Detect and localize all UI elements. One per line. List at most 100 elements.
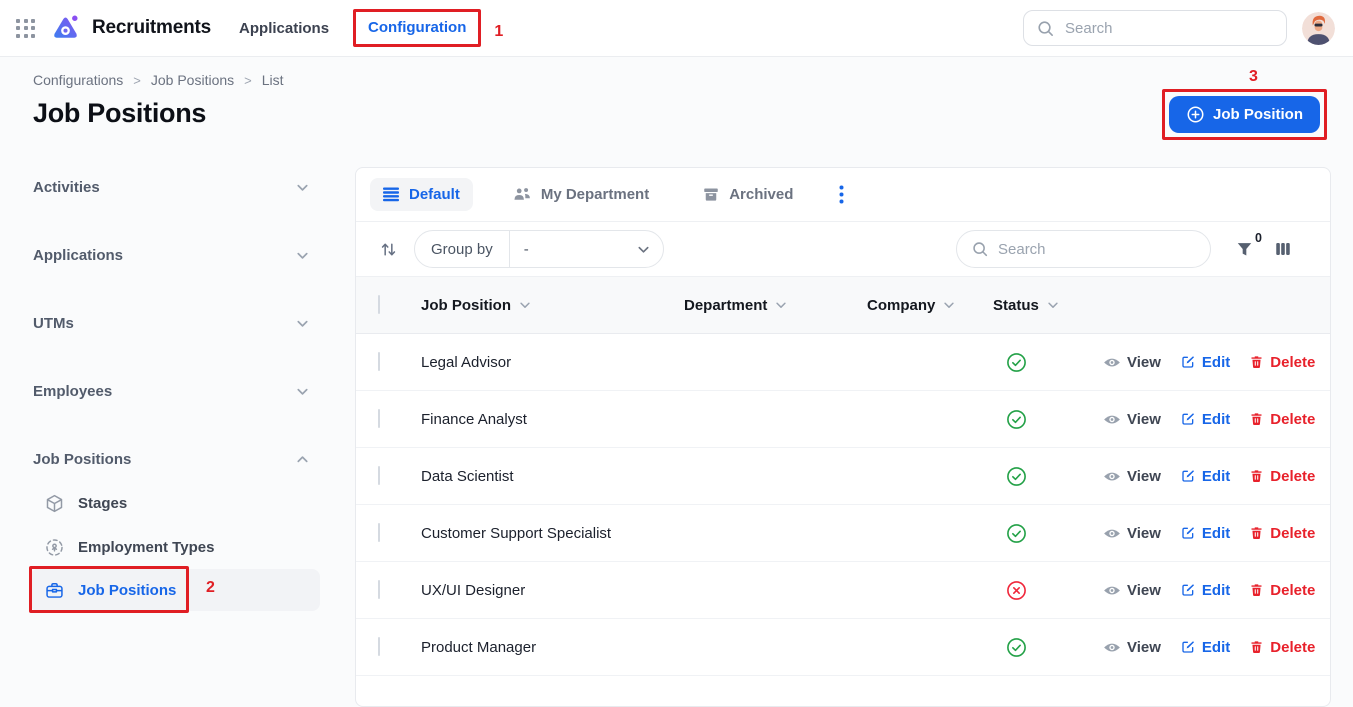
edit-button[interactable]: Edit [1180,582,1230,599]
delete-button[interactable]: Delete [1249,411,1315,428]
table-search[interactable] [956,230,1211,268]
edit-label: Edit [1202,411,1230,428]
sidebar-item-label: Job Positions [78,582,176,599]
delete-button[interactable]: Delete [1249,525,1315,542]
nav-configuration[interactable]: Configuration [368,19,466,36]
trash-icon [1249,411,1264,427]
eye-icon [1103,583,1121,598]
delete-button[interactable]: Delete [1249,468,1315,485]
trash-icon [1249,582,1264,598]
delete-label: Delete [1270,411,1315,428]
sidebar-group-utms[interactable]: UTMs [30,309,320,337]
delete-label: Delete [1270,582,1315,599]
sidebar-group-label: Applications [33,247,123,264]
sidebar-item-employment-types[interactable]: Employment Types [30,525,320,569]
sidebar-group-employees[interactable]: Employees [30,377,320,405]
view-label: View [1127,525,1161,542]
column-header-department[interactable]: Department [684,297,867,314]
chevron-down-icon [942,298,956,312]
search-icon [1036,19,1055,38]
status-icon [1006,523,1027,544]
row-checkbox[interactable] [378,637,380,656]
chevron-down-icon [295,316,310,331]
search-icon [971,240,989,258]
view-button[interactable]: View [1103,468,1161,485]
app-title: Recruitments [92,17,211,39]
column-header-status[interactable]: Status [993,297,1103,314]
columns-icon[interactable] [1274,240,1292,258]
chevron-down-icon [636,242,651,257]
edit-button[interactable]: Edit [1180,468,1230,485]
tabs-more-menu[interactable] [833,181,850,208]
table-row: Data Scientist [356,448,1330,505]
job-position-cell: Data Scientist [421,468,684,485]
edit-label: Edit [1202,354,1230,371]
edit-button[interactable]: Edit [1180,411,1230,428]
breadcrumb-separator: > [244,73,252,88]
status-icon [1006,466,1027,487]
group-by-control: Group by - [414,230,664,268]
nav-applications[interactable]: Applications [239,20,329,37]
row-checkbox[interactable] [378,523,380,542]
row-checkbox[interactable] [378,466,380,485]
row-checkbox[interactable] [378,580,380,599]
add-job-position-area: 3 Job Position [1162,68,1327,140]
user-avatar[interactable] [1302,12,1335,45]
select-all-checkbox[interactable] [378,295,380,314]
row-checkbox[interactable] [378,409,380,428]
filter-button[interactable]: 0 [1235,240,1254,259]
table-row: Legal Advisor [356,334,1330,391]
sidebar-group-applications[interactable]: Applications [30,241,320,269]
eye-icon [1103,526,1121,541]
column-label: Job Position [421,297,511,314]
pencil-square-icon [1180,354,1196,370]
group-by-select[interactable]: - [510,241,663,258]
view-button[interactable]: View [1103,582,1161,599]
edit-button[interactable]: Edit [1180,639,1230,656]
view-button[interactable]: View [1103,411,1161,428]
sidebar-group-label: Employees [33,383,112,400]
view-button[interactable]: View [1103,639,1161,656]
dashed-target-icon [44,537,65,558]
sort-icon[interactable] [379,240,398,259]
edit-button[interactable]: Edit [1180,525,1230,542]
delete-button[interactable]: Delete [1249,639,1315,656]
column-label: Status [993,297,1039,314]
column-header-job-position[interactable]: Job Position [421,297,684,314]
delete-button[interactable]: Delete [1249,354,1315,371]
table-search-input[interactable] [998,241,1196,258]
top-nav: Recruitments Applications Configuration … [0,0,1353,57]
column-header-company[interactable]: Company [867,297,993,314]
global-search-input[interactable] [1065,20,1274,37]
app-grid-icon[interactable] [16,19,35,38]
pencil-square-icon [1180,468,1196,484]
sidebar-group-activities[interactable]: Activities [30,173,320,201]
page-title: Job Positions [33,98,206,129]
view-button[interactable]: View [1103,525,1161,542]
eye-icon [1103,640,1121,655]
sidebar-item-job-positions[interactable]: Job Positions 2 [30,569,320,611]
view-label: View [1127,639,1161,656]
tab-label: My Department [541,186,649,203]
row-checkbox[interactable] [378,352,380,371]
sidebar-item-stages[interactable]: Stages [30,481,320,525]
briefcase-icon [44,580,65,601]
chevron-down-icon [295,384,310,399]
job-position-cell: Product Manager [421,639,684,656]
tab-archived[interactable]: Archived [689,178,806,211]
tab-default[interactable]: Default [370,178,473,211]
tab-my-department[interactable]: My Department [500,178,662,211]
delete-button[interactable]: Delete [1249,582,1315,599]
eye-icon [1103,412,1121,427]
annotation-box-3: Job Position [1162,89,1327,140]
breadcrumb-configurations[interactable]: Configurations [33,72,123,88]
global-search[interactable] [1023,10,1287,46]
add-job-position-button[interactable]: Job Position [1169,96,1320,133]
view-button[interactable]: View [1103,354,1161,371]
breadcrumb-job-positions[interactable]: Job Positions [151,72,234,88]
config-sidebar: Activities Applications UTMs Employees J… [30,173,320,611]
plus-circle-icon [1186,105,1205,124]
annotation-number-2: 2 [206,579,215,597]
edit-button[interactable]: Edit [1180,354,1230,371]
sidebar-group-job-positions[interactable]: Job Positions [30,445,320,473]
